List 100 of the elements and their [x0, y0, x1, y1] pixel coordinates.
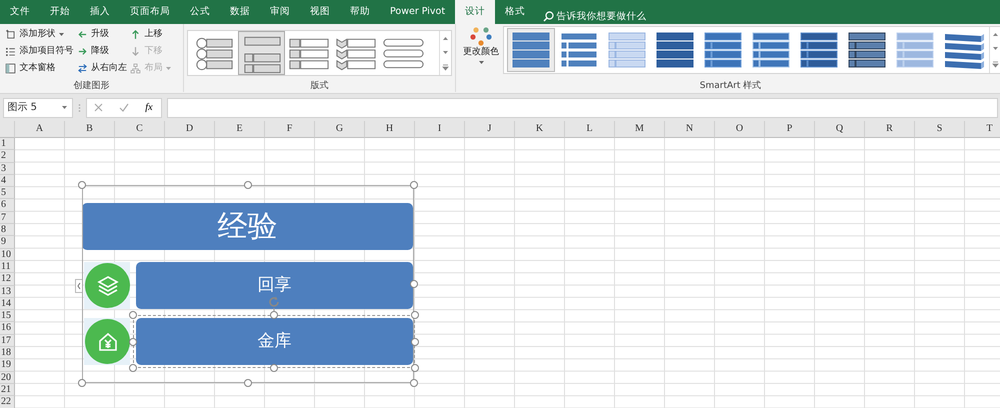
- row-header[interactable]: 5: [0, 187, 15, 200]
- ribbon-tab[interactable]: 公式: [180, 0, 220, 24]
- row-header[interactable]: 16: [0, 322, 15, 335]
- rotate-handle-icon[interactable]: [267, 296, 281, 312]
- resize-handle[interactable]: [244, 379, 252, 387]
- expand-gallery-icon[interactable]: [442, 64, 449, 70]
- column-header[interactable]: F: [265, 121, 315, 138]
- resize-handle[interactable]: [270, 311, 278, 319]
- row-header[interactable]: 13: [0, 286, 15, 298]
- column-header[interactable]: M: [615, 121, 665, 138]
- list-item-shape[interactable]: 回享: [136, 262, 413, 309]
- column-header[interactable]: C: [115, 121, 165, 138]
- column-header[interactable]: R: [865, 121, 915, 138]
- ribbon-command[interactable]: 上移: [128, 26, 173, 43]
- list-item-shape[interactable]: 金库: [136, 318, 413, 365]
- resize-handle[interactable]: [410, 181, 418, 189]
- search-field[interactable]: 告诉我你想要做什么: [556, 10, 647, 24]
- resize-handle[interactable]: [78, 379, 86, 387]
- layout-thumbnail[interactable]: [238, 31, 284, 75]
- row-header[interactable]: 9: [0, 236, 15, 249]
- row-header[interactable]: 3: [0, 162, 15, 175]
- row-header[interactable]: 10: [0, 248, 15, 261]
- column-header[interactable]: S: [915, 121, 965, 138]
- ribbon-command[interactable]: 添加项目符号: [3, 43, 74, 60]
- row-header[interactable]: 19: [0, 359, 15, 372]
- ribbon-command[interactable]: 添加形状: [3, 26, 74, 43]
- row-header[interactable]: 18: [0, 347, 15, 360]
- insert-function-button[interactable]: fx: [145, 100, 153, 115]
- scroll-down-icon[interactable]: [992, 46, 999, 52]
- bullet-list-icon: [6, 48, 16, 56]
- row-header[interactable]: 6: [0, 199, 15, 212]
- column-header[interactable]: G: [315, 121, 365, 138]
- column-header[interactable]: A: [15, 121, 65, 138]
- ribbon-command[interactable]: 文本窗格: [3, 60, 74, 77]
- row-header[interactable]: 17: [0, 334, 15, 348]
- ribbon-tab[interactable]: 页面布局: [120, 0, 180, 24]
- row-header[interactable]: 8: [0, 224, 15, 236]
- column-header[interactable]: K: [515, 121, 565, 138]
- column-header[interactable]: P: [765, 121, 815, 138]
- resize-handle[interactable]: [411, 364, 419, 372]
- resize-handle[interactable]: [78, 181, 86, 189]
- row-header[interactable]: 1: [0, 138, 15, 150]
- resize-handle[interactable]: [410, 280, 418, 288]
- ribbon-tab[interactable]: 审阅: [260, 0, 300, 24]
- scroll-up-icon[interactable]: [992, 32, 999, 37]
- column-header[interactable]: B: [65, 121, 115, 138]
- resize-handle[interactable]: [270, 364, 278, 372]
- column-header[interactable]: H: [365, 121, 415, 138]
- resize-handle[interactable]: [129, 364, 137, 372]
- style-thumbnail[interactable]: [506, 28, 554, 72]
- scroll-up-icon[interactable]: [442, 36, 449, 40]
- resize-handle[interactable]: [411, 311, 419, 319]
- ribbon-tab[interactable]: 设计: [455, 0, 496, 24]
- column-header[interactable]: D: [165, 121, 215, 138]
- column-header[interactable]: T: [965, 121, 1000, 138]
- name-box[interactable]: 图示 5: [2, 98, 72, 118]
- ribbon-tab[interactable]: 视图: [300, 0, 340, 24]
- resize-handle[interactable]: [410, 379, 418, 387]
- ribbon-tab[interactable]: 格式: [495, 0, 536, 24]
- cancel-icon[interactable]: [94, 103, 104, 112]
- ribbon-command[interactable]: 降级: [74, 43, 128, 60]
- column-header[interactable]: E: [215, 121, 265, 138]
- ribbon-tab[interactable]: 开始: [40, 0, 80, 24]
- text-pane-icon: [6, 64, 16, 74]
- row-header[interactable]: 20: [0, 372, 15, 384]
- column-header[interactable]: N: [665, 121, 715, 138]
- ribbon-tab[interactable]: 帮助: [340, 0, 380, 24]
- ribbon-command[interactable]: 升级: [74, 26, 128, 43]
- resize-handle[interactable]: [244, 181, 252, 189]
- column-header[interactable]: Q: [815, 121, 865, 138]
- ribbon-tab[interactable]: 数据: [220, 0, 260, 24]
- scroll-down-icon[interactable]: [442, 50, 449, 54]
- group-label: 版式: [310, 80, 330, 92]
- ribbon-tab[interactable]: Power Pivot: [380, 0, 456, 24]
- text-pane-toggle-icon[interactable]: [75, 279, 83, 293]
- check-icon[interactable]: [119, 103, 130, 112]
- title-shape[interactable]: 经验: [82, 203, 413, 250]
- ribbon-command[interactable]: 从右向左: [74, 60, 128, 77]
- column-header[interactable]: O: [715, 121, 765, 138]
- resize-handle[interactable]: [129, 311, 137, 319]
- row-header[interactable]: 11: [0, 260, 15, 274]
- search-icon[interactable]: [543, 11, 554, 22]
- row-header[interactable]: 14: [0, 298, 15, 310]
- column-header[interactable]: I: [415, 121, 465, 138]
- caret-icon[interactable]: [60, 105, 68, 110]
- ribbon-tab[interactable]: 文件: [0, 0, 40, 24]
- selection-frame[interactable]: [82, 185, 414, 383]
- row-header[interactable]: 12: [0, 273, 15, 286]
- row-header[interactable]: 7: [0, 212, 15, 224]
- ribbon-tab[interactable]: 插入: [80, 0, 120, 24]
- column-header[interactable]: L: [565, 121, 615, 138]
- column-header[interactable]: J: [465, 121, 515, 138]
- formula-input[interactable]: [166, 98, 998, 118]
- change-colors-button[interactable]: 更改颜色: [459, 26, 503, 76]
- row-header[interactable]: 4: [0, 174, 15, 188]
- row-header[interactable]: 22: [0, 396, 15, 408]
- expand-gallery-icon[interactable]: [992, 61, 999, 68]
- row-header[interactable]: 15: [0, 310, 15, 322]
- row-header[interactable]: 2: [0, 150, 15, 163]
- row-header[interactable]: 21: [0, 384, 15, 396]
